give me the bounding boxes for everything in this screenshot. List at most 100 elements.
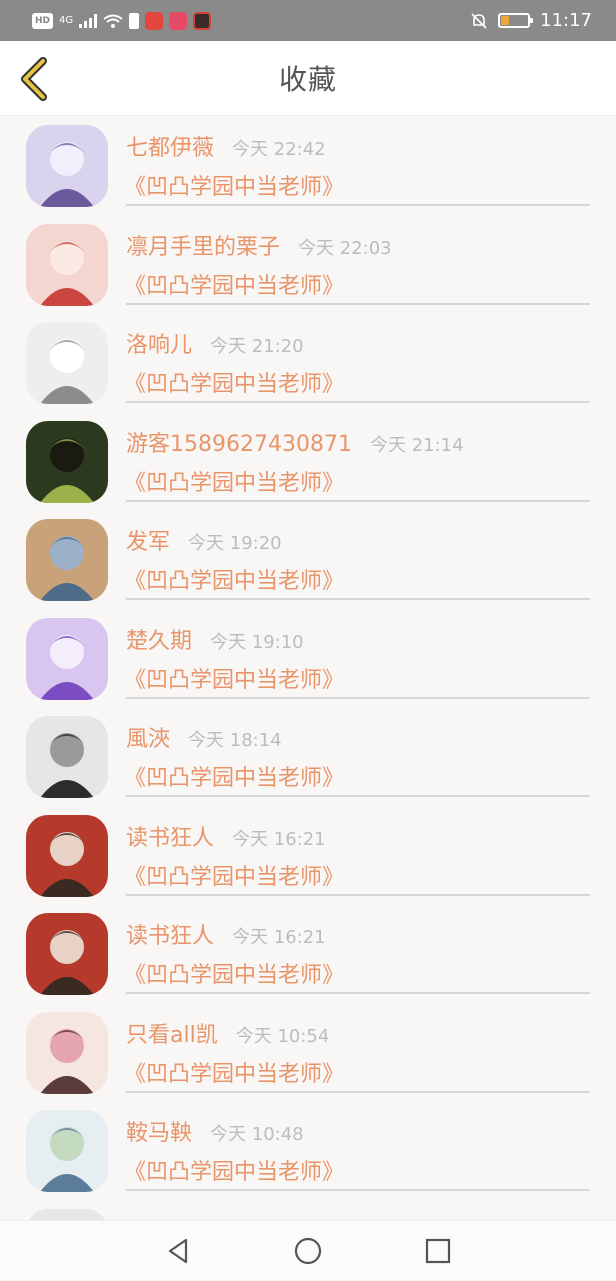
triangle-back-icon <box>168 1238 188 1263</box>
square-recent-icon <box>425 1238 451 1263</box>
item-header: 楚久期 今天 19:10 <box>126 623 304 655</box>
timestamp: 今天 18:14 <box>188 730 282 751</box>
book-title[interactable]: 《凹凸学园中当老师》 <box>124 957 344 989</box>
divider <box>126 795 590 797</box>
user-name[interactable]: 读书狂人 <box>126 918 214 950</box>
avatar[interactable] <box>26 223 108 306</box>
divider <box>126 499 590 502</box>
nav-back-button[interactable] <box>113 1221 243 1281</box>
nav-recent-button[interactable] <box>373 1221 503 1281</box>
item-header: 七都伊薇 今天 22:42 <box>126 130 326 162</box>
book-title[interactable]: 《凹凸学园中当老师》 <box>124 760 344 792</box>
page-title: 收藏 <box>278 63 337 96</box>
avatar[interactable] <box>26 814 108 897</box>
avatar[interactable] <box>26 1011 108 1094</box>
system-nav-bar <box>0 1220 616 1280</box>
timestamp: 今天 21:14 <box>369 434 464 456</box>
list-item[interactable]: 鞍马鞅 今天 10:48 《凹凸学园中当老师》 <box>0 1101 616 1200</box>
list-item[interactable]: 風浹 今天 18:14 《凹凸学园中当老师》 <box>0 707 616 806</box>
user-name[interactable]: 凛月手里的栗子 <box>126 229 280 261</box>
timestamp: 今天 22:03 <box>298 237 392 259</box>
item-header: 发军 今天 19:20 <box>126 524 282 556</box>
clock: 11:17 <box>540 10 592 31</box>
top-bar: 收藏 <box>0 41 616 116</box>
app-game-icon <box>193 11 212 30</box>
avatar-image <box>26 519 108 601</box>
item-header: 读书狂人 今天 16:21 <box>126 820 326 852</box>
item-header: 風浹 今天 18:14 <box>126 721 282 753</box>
user-name[interactable]: 楚久期 <box>126 623 192 655</box>
divider <box>126 1090 590 1093</box>
back-button[interactable] <box>14 57 54 101</box>
user-name[interactable]: 七都伊薇 <box>126 130 214 162</box>
avatar[interactable] <box>26 617 108 700</box>
avatar-image <box>26 913 108 995</box>
app-pink-icon <box>169 11 188 30</box>
book-title[interactable]: 《凹凸学园中当老师》 <box>124 465 344 497</box>
item-header: 鞍马鞅 今天 10:48 <box>126 1115 304 1147</box>
user-name[interactable]: 发军 <box>126 524 170 556</box>
list-item[interactable]: 七都伊薇 今天 22:42 《凹凸学园中当老师》 <box>0 116 616 215</box>
book-title[interactable]: 《凹凸学园中当老师》 <box>124 169 344 201</box>
list-item[interactable]: 只看all凯 今天 10:54 《凹凸学园中当老师》 <box>0 1003 616 1102</box>
list-item-partial <box>0 1200 616 1220</box>
avatar-image <box>26 322 108 404</box>
list-item[interactable]: 发军 今天 19:20 《凹凸学园中当老师》 <box>0 510 616 609</box>
timestamp: 今天 10:54 <box>235 1025 330 1047</box>
avatar[interactable] <box>26 519 108 601</box>
list-item[interactable]: 读书狂人 今天 16:21 《凹凸学园中当老师》 <box>0 806 616 905</box>
book-title[interactable]: 《凹凸学园中当老师》 <box>124 1056 344 1088</box>
timestamp: 今天 16:21 <box>232 927 326 948</box>
user-name[interactable]: 只看all凯 <box>126 1017 218 1049</box>
user-name[interactable]: 風浹 <box>126 721 170 753</box>
list-item[interactable]: 凛月手里的栗子 今天 22:03 《凹凸学园中当老师》 <box>0 215 616 314</box>
item-header: 只看all凯 今天 10:54 <box>126 1017 329 1049</box>
timestamp: 今天 10:48 <box>210 1124 304 1145</box>
list-item[interactable]: 楚久期 今天 19:10 《凹凸学园中当老师》 <box>0 609 616 708</box>
avatar-image <box>26 1011 108 1094</box>
hd-icon: HD <box>32 12 54 29</box>
avatar[interactable] <box>26 420 108 503</box>
mute-bell-icon <box>471 12 487 29</box>
avatar[interactable] <box>26 125 108 207</box>
battery-fill <box>501 16 510 25</box>
divider <box>126 696 590 699</box>
status-bar: HD 4G 11:17 <box>0 0 616 41</box>
divider <box>126 598 590 600</box>
avatar-image <box>26 125 108 207</box>
user-name[interactable]: 鞍马鞅 <box>126 1115 192 1147</box>
divider <box>126 302 590 305</box>
avatar[interactable] <box>26 913 108 995</box>
list-item[interactable]: 读书狂人 今天 16:21 《凹凸学园中当老师》 <box>0 904 616 1003</box>
status-left: HD 4G <box>32 11 212 30</box>
list-item[interactable]: 游客1589627430871 今天 21:14 《凹凸学园中当老师》 <box>0 412 616 511</box>
nav-home-button[interactable] <box>243 1221 373 1281</box>
avatar-image <box>26 814 108 897</box>
favorites-list: 七都伊薇 今天 22:42 《凹凸学园中当老师》 凛月手里的栗子 今天 22:0… <box>0 116 616 1220</box>
book-title[interactable]: 《凹凸学园中当老师》 <box>124 268 344 300</box>
avatar-image <box>26 716 108 798</box>
avatar-image <box>26 617 108 700</box>
avatar[interactable] <box>26 322 108 404</box>
item-header: 读书狂人 今天 16:21 <box>126 918 326 950</box>
divider <box>126 204 590 206</box>
avatar-image <box>26 420 108 503</box>
avatar[interactable] <box>26 1110 108 1192</box>
timestamp: 今天 22:42 <box>232 139 326 160</box>
divider <box>126 401 590 403</box>
list-item[interactable]: 洛响儿 今天 21:20 《凹凸学园中当老师》 <box>0 313 616 412</box>
user-name[interactable]: 游客1589627430871 <box>126 426 352 458</box>
signal-icon <box>79 13 98 28</box>
avatar[interactable] <box>26 716 108 798</box>
user-name[interactable]: 读书狂人 <box>126 820 214 852</box>
user-name[interactable]: 洛响儿 <box>126 327 192 359</box>
avatar-image <box>26 223 108 306</box>
timestamp: 今天 21:20 <box>210 336 304 357</box>
book-title[interactable]: 《凹凸学园中当老师》 <box>124 563 344 595</box>
item-header: 洛响儿 今天 21:20 <box>126 327 304 359</box>
book-title[interactable]: 《凹凸学园中当老师》 <box>124 366 344 398</box>
book-title[interactable]: 《凹凸学园中当老师》 <box>124 859 344 891</box>
circle-home-icon <box>294 1237 322 1264</box>
book-title[interactable]: 《凹凸学园中当老师》 <box>124 1154 344 1186</box>
book-title[interactable]: 《凹凸学园中当老师》 <box>124 662 344 694</box>
